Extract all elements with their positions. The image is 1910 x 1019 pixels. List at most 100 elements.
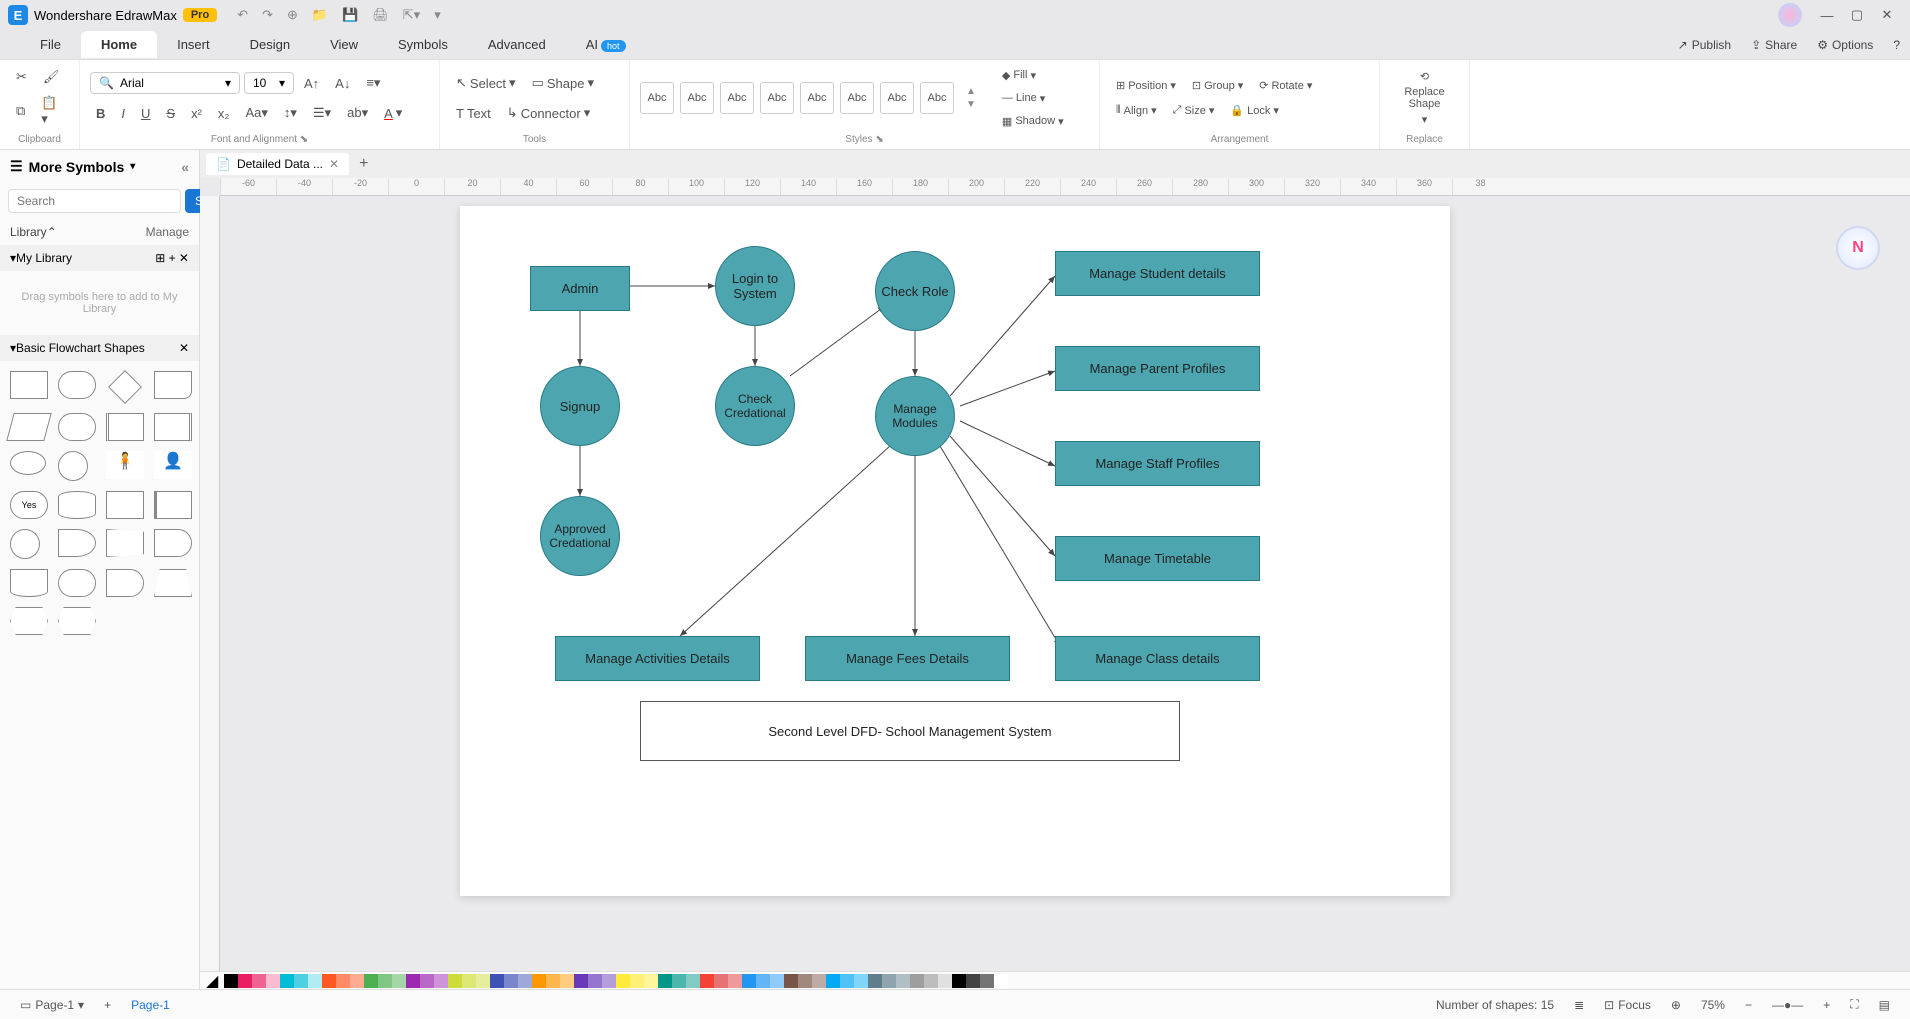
color-swatch[interactable] — [980, 974, 994, 988]
shape-doc[interactable] — [154, 371, 192, 399]
color-swatch[interactable] — [560, 974, 574, 988]
shape-wave[interactable] — [10, 569, 48, 597]
superscript-icon[interactable]: x² — [185, 102, 208, 125]
color-swatch[interactable] — [756, 974, 770, 988]
page[interactable]: Admin Login to System Check Role Signup … — [460, 206, 1450, 896]
color-swatch[interactable] — [392, 974, 406, 988]
color-swatch[interactable] — [812, 974, 826, 988]
group-button[interactable]: ⊡ Group▾ — [1186, 75, 1249, 96]
add-page-button[interactable]: + — [94, 998, 121, 1012]
copy-icon[interactable]: ⧉ — [10, 99, 31, 123]
page-selector[interactable]: ▭ Page-1 ▾ — [10, 998, 94, 1012]
color-swatch[interactable] — [532, 974, 546, 988]
style-7[interactable]: Abc — [880, 82, 914, 114]
shape-cylinder[interactable] — [58, 491, 96, 519]
menu-insert[interactable]: Insert — [157, 31, 230, 58]
shape-predef[interactable] — [106, 413, 144, 441]
underline-icon[interactable]: U — [135, 102, 156, 125]
node-class[interactable]: Manage Class details — [1055, 636, 1260, 681]
menu-home[interactable]: Home — [81, 31, 157, 58]
color-swatch[interactable] — [434, 974, 448, 988]
undo-icon[interactable]: ↶ — [237, 7, 248, 23]
node-checkrole[interactable]: Check Role — [875, 251, 955, 331]
panel-toggle-icon[interactable]: ▤ — [1869, 998, 1900, 1012]
font-family-select[interactable]: 🔍Arial▾ — [90, 72, 240, 94]
minimize-button[interactable]: — — [1812, 8, 1842, 23]
line-button[interactable]: — Line ▾ — [996, 88, 1070, 109]
node-approved[interactable]: Approved Credational — [540, 496, 620, 576]
color-swatch[interactable] — [574, 974, 588, 988]
menu-advanced[interactable]: Advanced — [468, 31, 566, 58]
connector-tool[interactable]: ↳ Connector ▾ — [501, 101, 596, 125]
more-icon[interactable]: ▾ — [434, 7, 441, 23]
spacing-icon[interactable]: ↕▾ — [278, 101, 303, 125]
doc-tab[interactable]: 📄Detailed Data ...✕ — [206, 153, 349, 175]
collapse-panel-icon[interactable]: « — [181, 159, 189, 175]
color-swatch[interactable] — [882, 974, 896, 988]
node-admin[interactable]: Admin — [530, 266, 630, 311]
color-swatch[interactable] — [644, 974, 658, 988]
italic-icon[interactable]: I — [115, 102, 131, 125]
color-swatch[interactable] — [224, 974, 238, 988]
color-swatch[interactable] — [728, 974, 742, 988]
color-swatch[interactable] — [700, 974, 714, 988]
publish-button[interactable]: ↗Publish — [1668, 38, 1741, 52]
focus-button[interactable]: ⊡ Focus — [1594, 998, 1661, 1012]
shape-roundrect[interactable] — [58, 371, 96, 399]
bullets-icon[interactable]: ☰▾ — [307, 101, 337, 125]
color-swatch[interactable] — [462, 974, 476, 988]
color-swatch[interactable] — [588, 974, 602, 988]
font-size-select[interactable]: 10▾ — [244, 72, 294, 94]
library-label[interactable]: Library — [10, 225, 47, 239]
node-modules[interactable]: Manage Modules — [875, 376, 955, 456]
layers-icon[interactable]: ≣ — [1564, 998, 1594, 1012]
color-swatch[interactable] — [602, 974, 616, 988]
style-8[interactable]: Abc — [920, 82, 954, 114]
replace-shape-button[interactable]: ⟲Replace Shape ▾ — [1390, 66, 1459, 130]
strike-icon[interactable]: S — [160, 102, 181, 125]
styles-dialog-launcher[interactable]: ⬊ — [875, 134, 883, 145]
color-swatch[interactable] — [476, 974, 490, 988]
rotate-button[interactable]: ⟳ Rotate▾ — [1253, 75, 1318, 96]
zoom-level[interactable]: 75% — [1691, 998, 1735, 1012]
color-swatch[interactable] — [364, 974, 378, 988]
color-swatch[interactable] — [350, 974, 364, 988]
menu-view[interactable]: View — [310, 31, 378, 58]
highlight-icon[interactable]: ab▾ — [341, 101, 374, 125]
shape-rect[interactable] — [10, 371, 48, 399]
style-up[interactable]: ▲ — [966, 86, 976, 97]
color-swatch[interactable] — [504, 974, 518, 988]
font-color-icon[interactable]: A▾ — [378, 101, 408, 125]
style-down[interactable]: ▼ — [966, 99, 976, 110]
node-login[interactable]: Login to System — [715, 246, 795, 326]
color-swatch[interactable] — [994, 974, 1008, 988]
size-button[interactable]: ⤢ Size▾ — [1167, 100, 1221, 121]
share-button[interactable]: ⇪Share — [1741, 38, 1807, 52]
shape-terminator[interactable] — [58, 569, 96, 597]
color-swatch[interactable] — [868, 974, 882, 988]
node-parent[interactable]: Manage Parent Profiles — [1055, 346, 1260, 391]
zoom-in-button[interactable]: + — [1813, 998, 1840, 1012]
shape-person[interactable]: 👤 — [154, 451, 192, 479]
style-5[interactable]: Abc — [800, 82, 834, 114]
decrease-font-icon[interactable]: A↓ — [329, 72, 356, 95]
shape-connector[interactable] — [10, 529, 40, 559]
align-icon[interactable]: ≡▾ — [360, 71, 386, 95]
case-icon[interactable]: Aa▾ — [239, 101, 273, 125]
color-swatch[interactable] — [672, 974, 686, 988]
canvas[interactable]: Admin Login to System Check Role Signup … — [220, 196, 1910, 971]
color-swatch[interactable] — [798, 974, 812, 988]
menu-symbols[interactable]: Symbols — [378, 31, 468, 58]
menu-ai[interactable]: AIhot — [566, 31, 646, 58]
color-swatch[interactable] — [742, 974, 756, 988]
shadow-button[interactable]: ▦ Shadow ▾ — [996, 111, 1070, 132]
style-2[interactable]: Abc — [680, 82, 714, 114]
fill-button[interactable]: ◆ Fill ▾ — [996, 65, 1070, 86]
color-swatch[interactable] — [294, 974, 308, 988]
color-swatch[interactable] — [784, 974, 798, 988]
color-swatch[interactable] — [322, 974, 336, 988]
style-4[interactable]: Abc — [760, 82, 794, 114]
style-3[interactable]: Abc — [720, 82, 754, 114]
fullscreen-icon[interactable]: ⛶ — [1840, 997, 1868, 1012]
symbol-search-input[interactable] — [8, 189, 181, 213]
